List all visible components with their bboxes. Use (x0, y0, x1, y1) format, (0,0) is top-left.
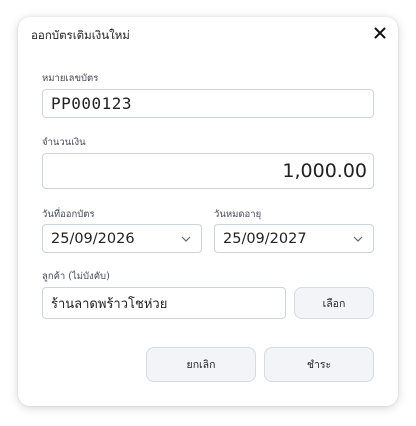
close-button[interactable] (370, 23, 390, 43)
expiry-date-label: วันหมดอายุ (214, 209, 262, 220)
customer-label: ลูกค้า (ไม่บังคับ) (42, 271, 110, 282)
issue-date-label: วันที่ออกบัตร (42, 209, 95, 220)
close-icon (374, 27, 386, 39)
amount-label: จำนวนเงิน (42, 137, 86, 148)
pay-button[interactable]: ชำระ (264, 347, 374, 382)
expiry-date-value: 25/09/2027 (223, 230, 307, 247)
chevron-down-icon (181, 236, 191, 242)
issue-date-select[interactable]: 25/09/2026 (42, 224, 202, 253)
cancel-button[interactable]: ยกเลิก (146, 347, 256, 382)
customer-input[interactable]: ร้านลาดพร้าวโชห่วย (42, 287, 286, 319)
card-number-label: หมายเลขบัตร (42, 73, 99, 84)
amount-value: 1,000.00 (282, 160, 367, 182)
chevron-down-icon (353, 236, 363, 242)
card-number-input[interactable]: PP000123 (42, 89, 374, 118)
expiry-date-select[interactable]: 25/09/2027 (214, 224, 374, 253)
dialog-title: ออกบัตรเติมเงินใหม่ (31, 28, 130, 42)
choose-customer-button[interactable]: เลือก (294, 287, 374, 319)
amount-input[interactable]: 1,000.00 (42, 153, 374, 189)
new-card-dialog: ออกบัตรเติมเงินใหม่ หมายเลขบัตร PP000123… (18, 17, 398, 406)
card-number-value: PP000123 (51, 94, 133, 113)
customer-value: ร้านลาดพร้าวโชห่วย (51, 296, 168, 312)
issue-date-value: 25/09/2026 (51, 230, 135, 247)
